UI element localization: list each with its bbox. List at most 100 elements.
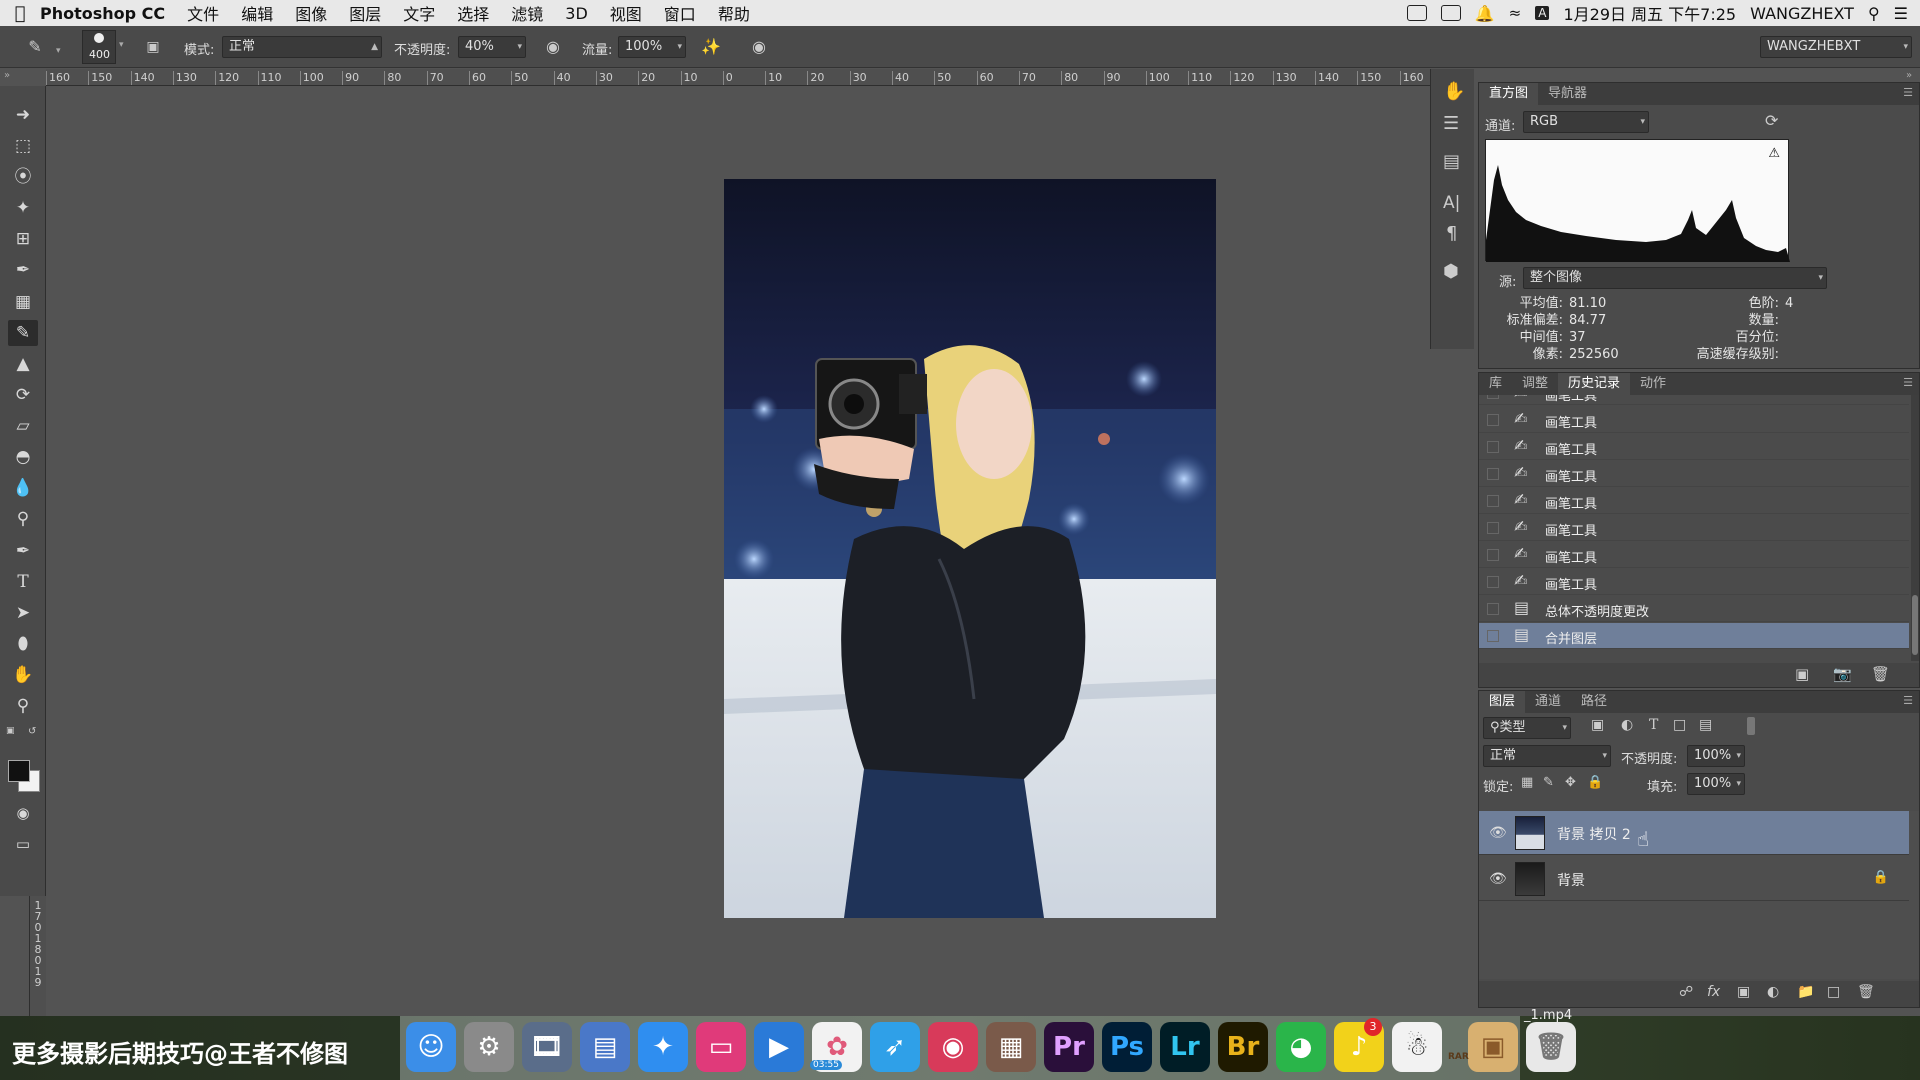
lock-position-icon[interactable]: ✥ [1565,775,1576,790]
filter-pixel-layers-icon[interactable]: ▣ [1591,717,1604,733]
ellipse-tool-icon[interactable]: ⬮ [8,631,38,657]
history-scrollbar[interactable] [1911,395,1919,661]
history-snapshot-checkbox[interactable] [1487,468,1499,480]
lock-transparent-pixels-icon[interactable]: ▦ [1521,775,1533,790]
tab-actions[interactable]: 动作 [1630,373,1676,395]
filter-toggle-switch[interactable] [1747,717,1755,735]
clock[interactable]: 1月29日 周五 下午7:25 [1563,1,1736,25]
marquee-tool-icon[interactable]: ⬚ [8,133,38,159]
history-brush-tool-icon[interactable]: ⟳ [8,382,38,408]
paragraph-panel-icon[interactable]: ¶ [1446,223,1457,244]
notification-center-icon[interactable]: ☰ [1894,4,1908,23]
layers-panel-menu-icon[interactable]: ☰ [1903,694,1913,707]
tab-layers[interactable]: 图层 [1479,691,1526,713]
visibility-eye-icon[interactable]: 👁 [1489,871,1507,887]
tab-libraries[interactable]: 库 [1479,373,1512,395]
opacity-input[interactable]: 40% ▾ [458,36,526,58]
brush-picker-dropdown-icon[interactable]: ▾ [119,40,124,50]
delete-layer-icon[interactable]: 🗑 [1857,984,1875,1000]
history-snapshot-checkbox[interactable] [1487,630,1499,642]
airbrush-icon[interactable]: ✨ [698,34,724,60]
flow-input[interactable]: 100% ▾ [618,36,686,58]
menu-file[interactable]: 文件 [187,1,219,25]
history-panel-menu-icon[interactable]: ☰ [1903,376,1913,389]
history-item-selected[interactable]: ▤ 合并图层 [1479,623,1909,649]
new-group-icon[interactable]: 📁 [1797,984,1814,1000]
history-scrollbar-thumb[interactable] [1912,595,1918,655]
fill-input[interactable]: 100% ▾ [1687,773,1745,795]
tab-adjustments[interactable]: 调整 [1512,373,1558,395]
history-item[interactable]: ✍ 画笔工具 [1479,515,1909,541]
input-method-icon[interactable]: A [1535,6,1550,20]
delete-state-icon[interactable]: 🗑 [1871,665,1890,683]
properties-icon[interactable]: ▤ [1443,151,1460,172]
visibility-eye-icon[interactable]: 👁 [1489,825,1507,841]
bird-app-icon[interactable]: ➶ [870,1022,920,1072]
finder-icon[interactable]: ☺ [406,1022,456,1072]
history-snapshot-checkbox[interactable] [1487,576,1499,588]
history-snapshot-checkbox[interactable] [1487,549,1499,561]
photo-booth-icon[interactable]: ▦ [986,1022,1036,1072]
mode-select[interactable]: 正常 ▲ [222,36,382,58]
history-snapshot-checkbox[interactable] [1487,495,1499,507]
brush-size-picker[interactable]: 400 [82,30,116,64]
lock-all-icon[interactable]: 🔒 [1587,775,1603,790]
layer-effects-icon[interactable]: fx [1707,984,1720,1000]
lasso-tool-icon[interactable]: ⦿ [8,164,38,190]
system-preferences-icon[interactable]: ⚙ [464,1022,514,1072]
foreground-color-swatch[interactable] [8,760,30,782]
character-panel-icon[interactable]: A| [1443,193,1460,213]
toolbox-collapse-icon[interactable]: » [4,70,10,81]
qq-icon[interactable]: ☃ [1392,1022,1442,1072]
app-menu[interactable]: Photoshop CC [40,4,165,23]
menu-3d[interactable]: 3D [565,4,588,23]
default-colors-icon[interactable]: ▣ [6,726,15,736]
trash-icon[interactable]: 🗑 [1526,1022,1576,1072]
pressure-size-icon[interactable]: ◉ [746,34,772,60]
vertical-ruler[interactable]: 17018019 [0,896,46,1016]
menu-type[interactable]: 文字 [403,1,435,25]
mac-display-icon[interactable]: ▭ [696,1022,746,1072]
spotlight-search-icon[interactable]: ⚲ [1868,4,1880,23]
blend-mode-select[interactable]: 正常 ▾ [1483,745,1611,767]
crop-tool-icon[interactable]: ⊞ [8,226,38,252]
layer-row-selected[interactable]: 👁 背景 拷贝 2 ☝ [1479,811,1909,855]
history-item[interactable]: ✍ 画笔工具 [1479,434,1909,460]
filter-adjustment-layers-icon[interactable]: ◐ [1621,717,1633,733]
cleaner-icon[interactable]: ◉ [928,1022,978,1072]
brush-panel-toggle-icon[interactable]: ▣ [140,34,166,60]
menu-layer[interactable]: 图层 [349,1,381,25]
pen-tool-icon[interactable]: ✒ [8,538,38,564]
menu-select[interactable]: 选择 [457,1,489,25]
filter-shape-layers-icon[interactable]: □ [1673,717,1686,733]
clone-stamp-tool-icon[interactable]: ▲ [8,351,38,377]
channel-select[interactable]: RGB ▾ [1523,111,1649,133]
history-item-partial[interactable]: ✍ 画笔工具 [1479,395,1909,405]
history-snapshot-checkbox[interactable] [1487,395,1499,399]
archive-icon[interactable]: ▣ [1468,1022,1518,1072]
history-snapshot-checkbox[interactable] [1487,522,1499,534]
history-snapshot-checkbox[interactable] [1487,441,1499,453]
menu-window[interactable]: 窗口 [664,1,696,25]
swap-colors-icon[interactable]: ↺ [28,726,36,737]
photo-slideshow-icon[interactable]: 🎞 [522,1022,572,1072]
document-canvas-photo[interactable] [724,179,1216,918]
cache-warning-icon[interactable]: ⚠ [1768,146,1780,161]
preset-dropdown-icon[interactable]: ▾ [56,46,61,56]
image-capture-icon[interactable]: ▤ [580,1022,630,1072]
new-layer-icon[interactable]: □ [1827,984,1840,1000]
history-item[interactable]: ▤ 总体不透明度更改 [1479,596,1909,622]
move-tool-icon[interactable]: ➜ [8,102,38,128]
tab-history[interactable]: 历史记录 [1558,373,1631,395]
brush-tool-icon[interactable]: ✎ [8,320,38,346]
history-item[interactable]: ✍ 画笔工具 [1479,569,1909,595]
premiere-icon[interactable]: Pr [1044,1022,1094,1072]
type-tool-icon[interactable]: T [8,569,38,595]
menu-edit[interactable]: 编辑 [241,1,273,25]
apple-menu-icon[interactable]:  [0,3,40,24]
refresh-histogram-icon[interactable]: ⟳ [1765,111,1778,130]
workspace-switcher[interactable]: WANGZHEBXT ▾ [1760,36,1912,58]
zoom-tool-icon[interactable]: ⚲ [8,693,38,719]
horizontal-ruler[interactable]: 160 150 140 130 120 110 100 90 80 70 60 50 40 30 20 10 0… [46,69,1430,86]
add-mask-icon[interactable]: ▣ [1737,984,1750,1000]
